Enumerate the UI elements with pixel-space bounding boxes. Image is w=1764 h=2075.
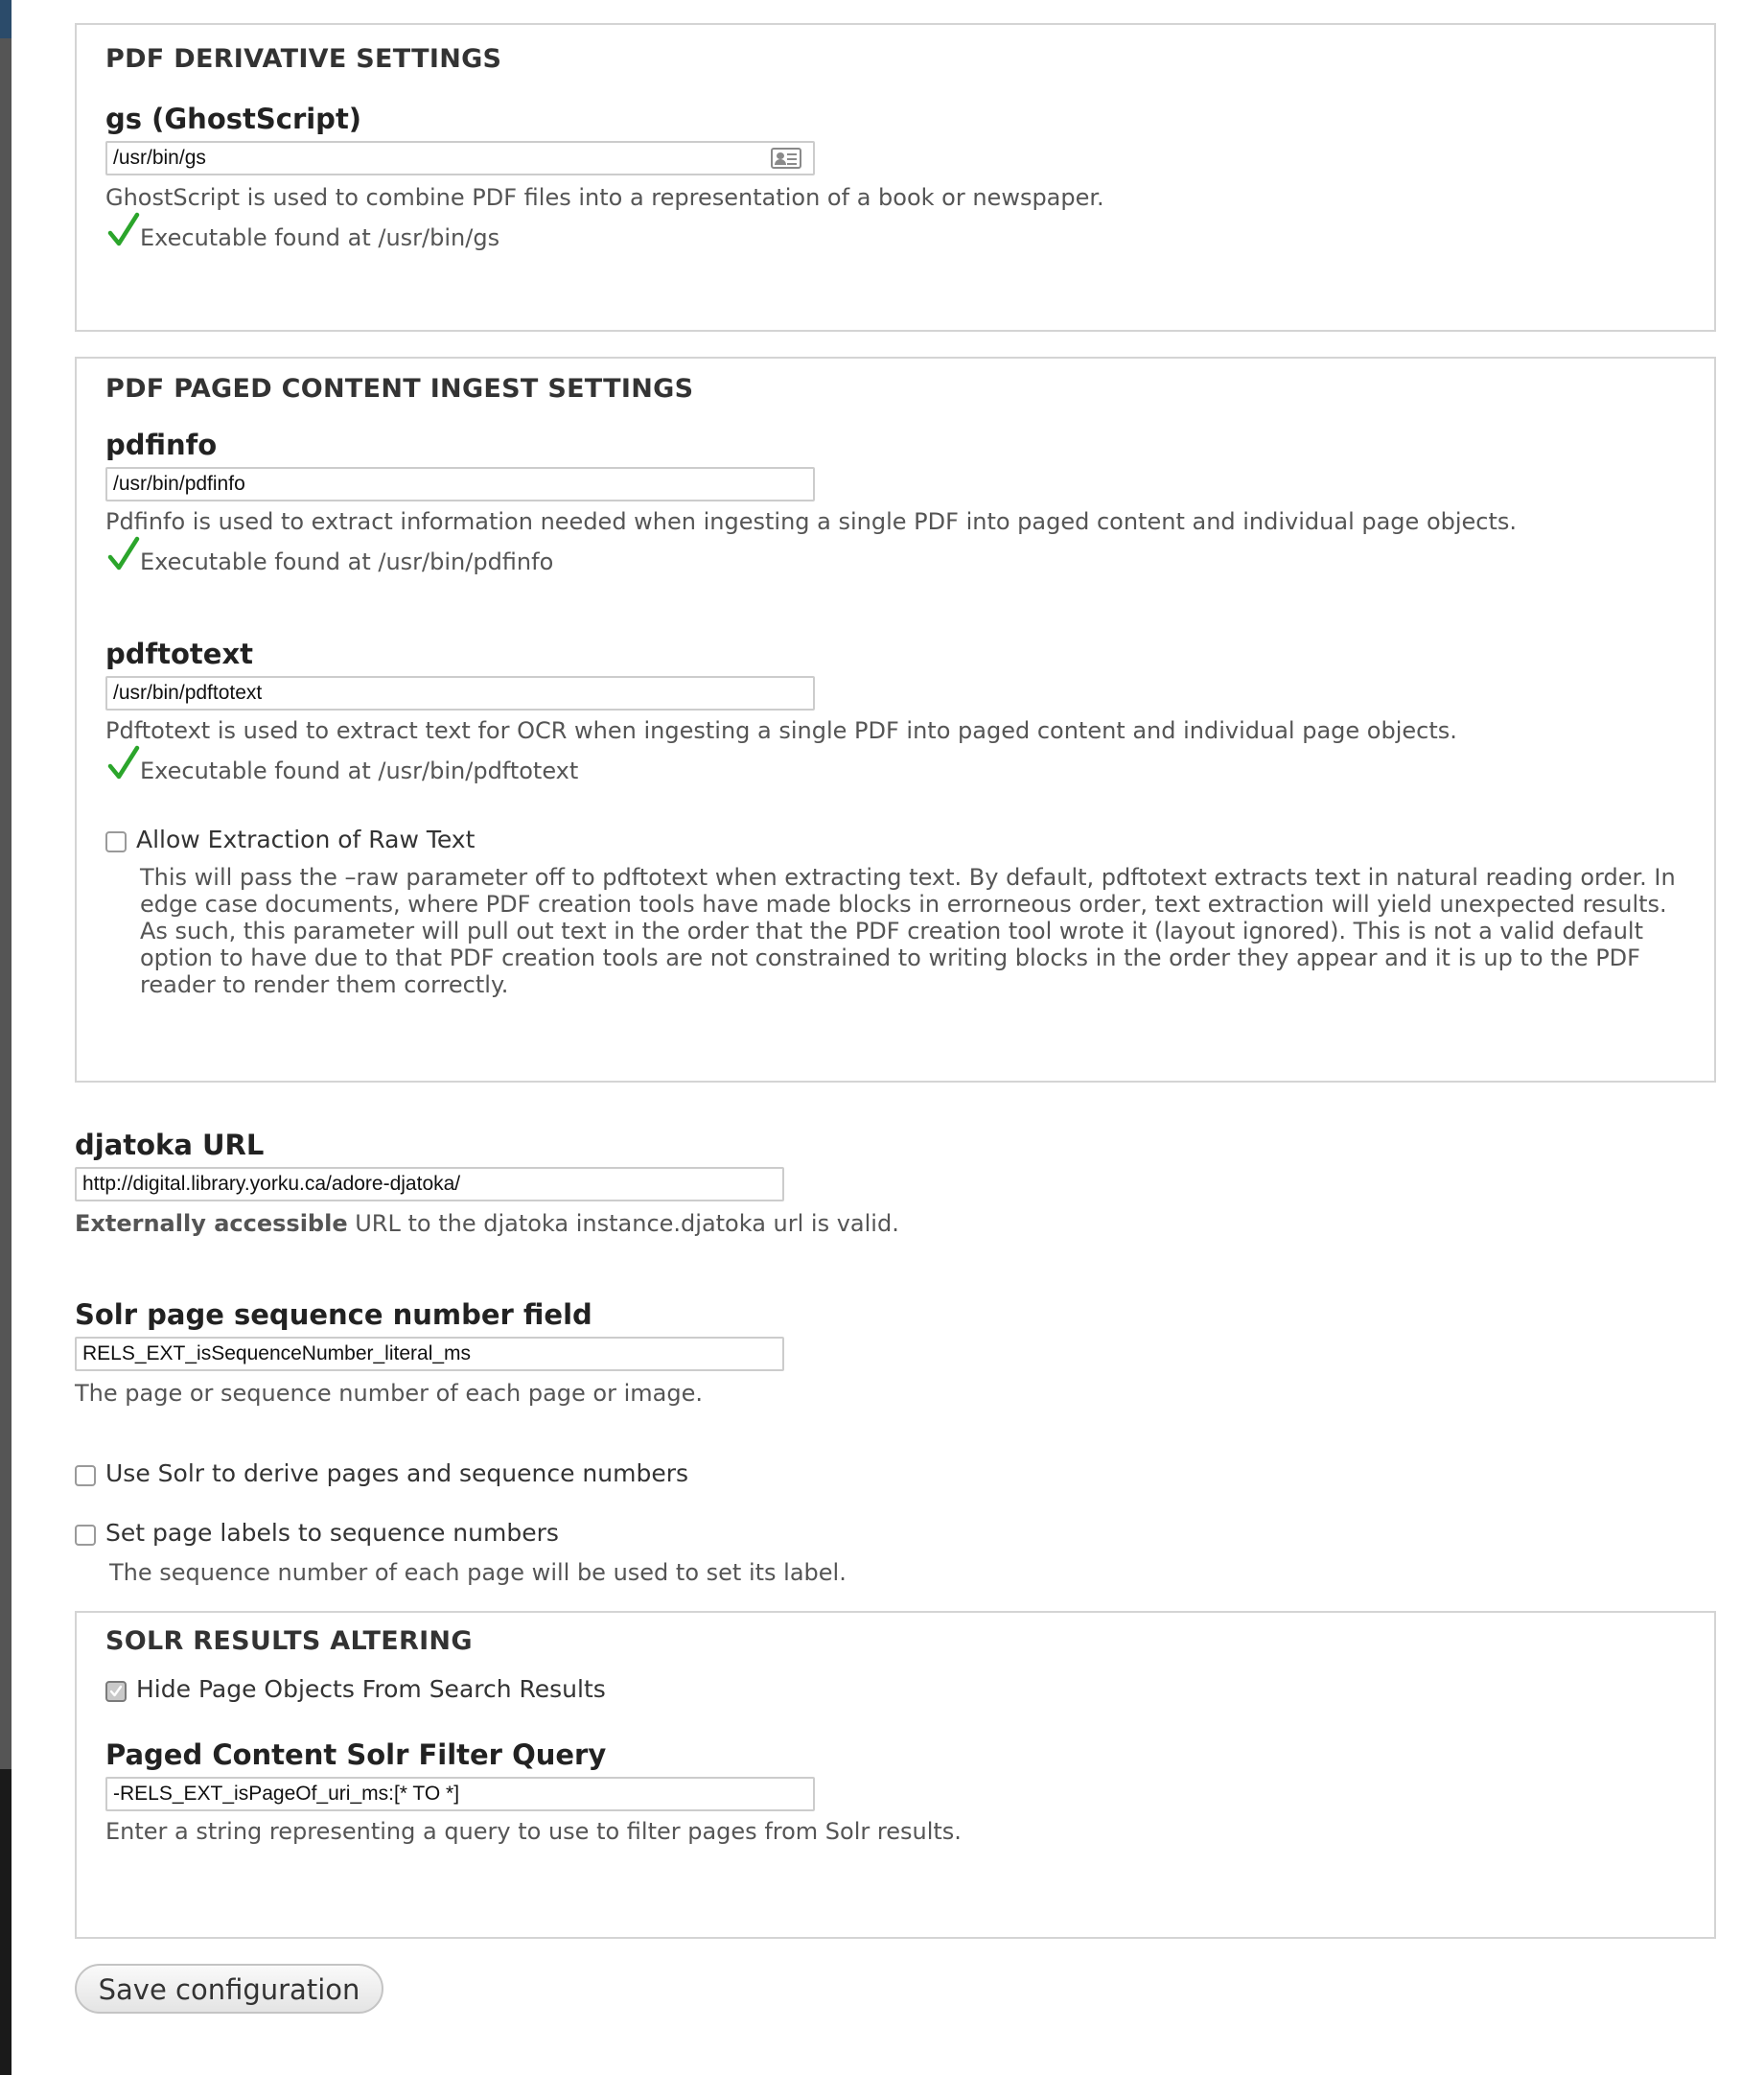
set-labels-label[interactable]: Set page labels to sequence numbers xyxy=(105,1517,559,1550)
check-icon xyxy=(107,536,140,571)
set-labels-option[interactable]: Set page labels to sequence numbers xyxy=(75,1517,1716,1550)
set-labels-checkbox[interactable] xyxy=(75,1525,96,1546)
djatoka-url-description: Externally accessible URL to the djatoka… xyxy=(75,1209,1716,1238)
solr-sequence-value: RELS_EXT_isSequenceNumber_literal_ms xyxy=(82,1342,472,1364)
solr-sequence-input[interactable]: RELS_EXT_isSequenceNumber_literal_ms xyxy=(75,1337,784,1371)
gs-description: GhostScript is used to combine PDF files… xyxy=(105,184,1104,211)
solr-sequence-description: The page or sequence number of each page… xyxy=(75,1380,703,1407)
djatoka-description-text: URL to the djatoka instance.djatoka url … xyxy=(347,1210,899,1237)
pdfinfo-status: Executable found at /usr/bin/pdfinfo xyxy=(105,536,1685,576)
djatoka-url-label: djatoka URL xyxy=(75,1129,265,1161)
raw-text-checkbox[interactable] xyxy=(105,831,127,852)
gs-status-text: Executable found at /usr/bin/gs xyxy=(140,224,500,251)
djatoka-url-input[interactable]: http://digital.library.yorku.ca/adore-dj… xyxy=(75,1167,784,1201)
fieldset-legend: PDF PAGED CONTENT INGEST SETTINGS xyxy=(105,374,694,404)
djatoka-url-value: http://digital.library.yorku.ca/adore-dj… xyxy=(82,1173,461,1195)
pdftotext-path-value: /usr/bin/pdftotext xyxy=(113,682,263,704)
pdftotext-status-text: Executable found at /usr/bin/pdftotext xyxy=(140,758,579,784)
pdfinfo-label: pdfinfo xyxy=(105,429,218,461)
contact-card-icon[interactable] xyxy=(771,148,801,169)
solr-sequence-label: Solr page sequence number field xyxy=(75,1298,592,1331)
pdftotext-label: pdftotext xyxy=(105,638,254,670)
window-edge-accent xyxy=(0,0,12,38)
pdf-derivative-fieldset: PDF DERIVATIVE SETTINGS gs (GhostScript)… xyxy=(75,23,1716,332)
pdfinfo-path-input[interactable]: /usr/bin/pdfinfo xyxy=(105,467,815,501)
use-solr-label[interactable]: Use Solr to derive pages and sequence nu… xyxy=(105,1457,688,1490)
pdf-ingest-fieldset: PDF PAGED CONTENT INGEST SETTINGS pdfinf… xyxy=(75,357,1716,1083)
djatoka-description-emphasis: Externally accessible xyxy=(75,1210,348,1237)
settings-form: PDF DERIVATIVE SETTINGS gs (GhostScript)… xyxy=(75,23,1716,2014)
raw-text-option[interactable]: Allow Extraction of Raw Text xyxy=(105,824,1685,856)
gs-path-input[interactable]: /usr/bin/gs xyxy=(105,141,815,175)
set-labels-description: The sequence number of each page will be… xyxy=(109,1559,847,1586)
pdfinfo-path-value: /usr/bin/pdfinfo xyxy=(113,473,245,495)
hide-pages-checkbox[interactable] xyxy=(105,1681,127,1702)
filter-query-description: Enter a string representing a query to u… xyxy=(105,1818,962,1845)
pdftotext-status: Executable found at /usr/bin/pdftotext xyxy=(105,745,1685,785)
use-solr-option[interactable]: Use Solr to derive pages and sequence nu… xyxy=(75,1457,1716,1490)
check-icon xyxy=(107,745,140,780)
check-icon xyxy=(107,212,140,246)
filter-query-label: Paged Content Solr Filter Query xyxy=(105,1738,607,1771)
pdftotext-description: Pdftotext is used to extract text for OC… xyxy=(105,717,1457,744)
use-solr-checkbox[interactable] xyxy=(75,1465,96,1486)
solr-results-fieldset: SOLR RESULTS ALTERING Hide Page Objects … xyxy=(75,1611,1716,1939)
hide-pages-label[interactable]: Hide Page Objects From Search Results xyxy=(136,1673,606,1706)
window-edge xyxy=(0,0,12,2075)
gs-path-value: /usr/bin/gs xyxy=(113,147,206,169)
hide-pages-option[interactable]: Hide Page Objects From Search Results xyxy=(105,1673,1685,1706)
filter-query-value: -RELS_EXT_isPageOf_uri_ms:[* TO *] xyxy=(113,1783,460,1805)
gs-status: Executable found at /usr/bin/gs xyxy=(105,212,1685,252)
checkmark-icon xyxy=(109,1685,123,1697)
fieldset-legend: SOLR RESULTS ALTERING xyxy=(105,1626,473,1656)
pdftotext-path-input[interactable]: /usr/bin/pdftotext xyxy=(105,676,815,711)
gs-label: gs (GhostScript) xyxy=(105,103,362,135)
raw-text-label[interactable]: Allow Extraction of Raw Text xyxy=(136,824,475,856)
pdfinfo-status-text: Executable found at /usr/bin/pdfinfo xyxy=(140,548,554,575)
pdfinfo-description: Pdfinfo is used to extract information n… xyxy=(105,508,1518,535)
raw-text-description: This will pass the –raw parameter off to… xyxy=(140,864,1676,998)
filter-query-input[interactable]: -RELS_EXT_isPageOf_uri_ms:[* TO *] xyxy=(105,1777,815,1811)
window-edge-shadow xyxy=(0,1769,12,2075)
fieldset-legend: PDF DERIVATIVE SETTINGS xyxy=(105,44,502,74)
save-configuration-button[interactable]: Save configuration xyxy=(75,1964,383,2014)
